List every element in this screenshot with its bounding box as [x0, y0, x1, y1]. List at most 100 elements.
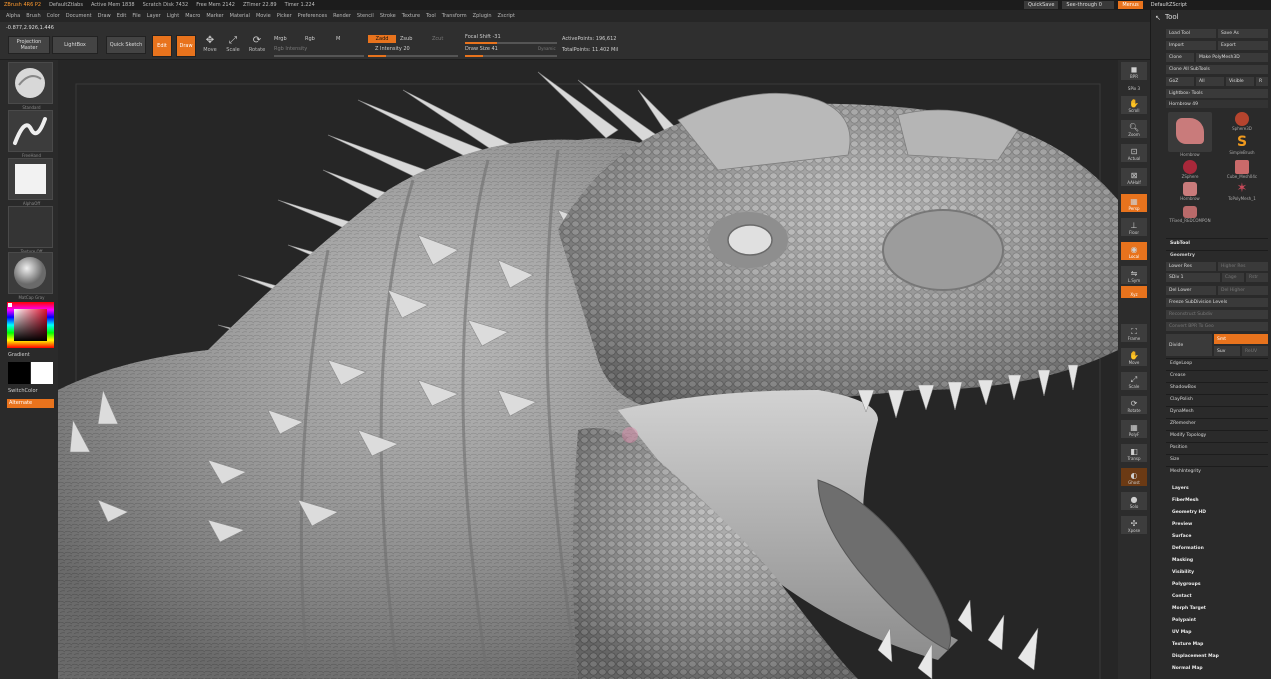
position-section[interactable]: Position — [1166, 442, 1268, 452]
polyf-button[interactable]: ▦ PolyF — [1121, 420, 1147, 438]
load-tool-button[interactable]: Load Tool — [1166, 29, 1216, 38]
polypaint-section[interactable]: Polypaint — [1168, 615, 1270, 625]
lightbox-button[interactable]: LightBox — [52, 36, 98, 54]
divide-button[interactable]: Divide — [1166, 334, 1212, 356]
size-section[interactable]: Size — [1166, 454, 1268, 464]
crease-section[interactable]: Crease — [1166, 370, 1268, 380]
see-through-slider[interactable]: See-through 0 — [1062, 1, 1115, 9]
draw-button[interactable]: Draw — [176, 35, 196, 57]
z-intensity-track[interactable] — [368, 55, 458, 57]
del-lower-button[interactable]: Del Lower — [1166, 286, 1216, 295]
suv-toggle[interactable]: Suv — [1214, 346, 1240, 356]
focal-shift-slider[interactable]: Focal Shift -31 — [465, 34, 501, 40]
deformation-section[interactable]: Deformation — [1168, 543, 1270, 553]
geometry-hd-section[interactable]: Geometry HD — [1168, 507, 1270, 517]
tool-thumb-sphere3d[interactable]: Sphere3D — [1218, 112, 1266, 131]
texture-thumb[interactable]: Texture Off — [8, 206, 53, 254]
texture-map-section[interactable]: Texture Map — [1168, 639, 1270, 649]
tool-thumb-cube-mesh[interactable]: Cube_Mesh04c — [1218, 160, 1266, 179]
spix-slider[interactable]: SPix 3 — [1121, 82, 1147, 92]
frame-button[interactable]: ⛶ Frame — [1121, 324, 1147, 342]
dynamic-toggle[interactable]: Dynamic — [538, 46, 556, 51]
menu-zscript[interactable]: Zscript — [498, 13, 515, 19]
reuv-toggle[interactable]: ReUV — [1242, 346, 1268, 356]
uv-map-section[interactable]: UV Map — [1168, 627, 1270, 637]
dynamesh-section[interactable]: DynaMesh — [1166, 406, 1268, 416]
quicksave-button[interactable]: QuickSave — [1024, 1, 1059, 9]
masking-section[interactable]: Masking — [1168, 555, 1270, 565]
cage-button[interactable]: Cage — [1222, 273, 1244, 282]
aahalf-button[interactable]: ⊠ AAHalf — [1121, 168, 1147, 186]
edgeloop-section[interactable]: EdgeLoop — [1166, 358, 1268, 368]
menu-tool[interactable]: Tool — [426, 13, 436, 19]
menu-layer[interactable]: Layer — [147, 13, 161, 19]
preview-section[interactable]: Preview — [1168, 519, 1270, 529]
move-view-button[interactable]: ✋ Move — [1121, 348, 1147, 366]
layers-section[interactable]: Layers — [1168, 483, 1270, 493]
import-button[interactable]: Import — [1166, 41, 1216, 50]
menu-brush[interactable]: Brush — [26, 13, 40, 19]
smt-toggle[interactable]: Smt — [1214, 334, 1268, 344]
alternate-button[interactable]: Alternate — [7, 399, 54, 408]
del-higher-button[interactable]: Del Higher — [1218, 286, 1268, 295]
m-toggle[interactable]: M — [336, 36, 340, 42]
morph-target-section[interactable]: Morph Target — [1168, 603, 1270, 613]
save-as-button[interactable]: Save As — [1218, 29, 1268, 38]
quick-sketch-button[interactable]: Quick Sketch — [106, 36, 146, 54]
surface-section[interactable]: Surface — [1168, 531, 1270, 541]
menu-texture[interactable]: Texture — [402, 13, 420, 19]
goz-all-button[interactable]: All — [1196, 77, 1224, 86]
secondary-color-swatch[interactable] — [8, 362, 30, 384]
rgb-intensity-slider[interactable]: Rgb Intensity — [274, 46, 307, 52]
tool-thumb-hornbrow-2[interactable]: Hornbrow — [1166, 182, 1214, 201]
clone-button[interactable]: Clone — [1166, 53, 1194, 62]
ghost-button[interactable]: ◐ Ghost — [1121, 468, 1147, 486]
goz-visible-button[interactable]: Visible — [1226, 77, 1254, 86]
export-button[interactable]: Export — [1218, 41, 1268, 50]
menu-macro[interactable]: Macro — [185, 13, 200, 19]
rotate-view-button[interactable]: ⟳ Rotate — [1121, 396, 1147, 414]
zadd-button[interactable]: Zadd — [368, 35, 396, 43]
zsub-button[interactable]: Zsub — [400, 36, 412, 42]
zremesher-section[interactable]: ZRemesher — [1166, 418, 1268, 428]
goz-r-button[interactable]: R — [1256, 77, 1268, 86]
xyz-button[interactable]: Xyz — [1121, 286, 1147, 298]
tool-thumb-hornbrow[interactable]: Hornbrow — [1166, 112, 1214, 157]
convert-bpr-button[interactable]: Convert BPR To Geo — [1166, 322, 1268, 331]
menu-picker[interactable]: Picker — [277, 13, 292, 19]
claypolish-section[interactable]: ClayPolish — [1166, 394, 1268, 404]
menu-material[interactable]: Material — [230, 13, 250, 19]
menu-stencil[interactable]: Stencil — [357, 13, 374, 19]
z-intensity-slider[interactable]: Z Intensity 20 — [375, 46, 410, 52]
tool-thumb-topolymesh[interactable]: ✶ ToPolyMesh_1 — [1218, 182, 1266, 202]
move-mode-button[interactable]: ✥ Move — [200, 35, 220, 57]
menu-document[interactable]: Document — [66, 13, 92, 19]
tool-thumb-simplebrush[interactable]: S SimpleBrush — [1218, 134, 1266, 155]
transp-button[interactable]: ◧ Transp — [1121, 444, 1147, 462]
lightbox-tools-button[interactable]: Lightbox› Tools — [1166, 89, 1268, 98]
make-polymesh-button[interactable]: Make PolyMesh3D — [1196, 53, 1268, 62]
rgb-toggle[interactable]: Rgb — [305, 36, 315, 42]
shadowbox-section[interactable]: ShadowBox — [1166, 382, 1268, 392]
reconstruct-subdiv-button[interactable]: Reconstruct Subdiv — [1166, 310, 1268, 319]
bpr-button[interactable]: ◼ BPR — [1121, 62, 1147, 80]
lsym-button[interactable]: ⇋ L.Sym — [1121, 266, 1147, 284]
tool-thumb-zsphere[interactable]: ZSphere — [1166, 160, 1214, 179]
stroke-thumb[interactable]: FreeHand — [8, 110, 53, 158]
contact-section[interactable]: Contact — [1168, 591, 1270, 601]
menu-marker[interactable]: Marker — [206, 13, 223, 19]
menu-movie[interactable]: Movie — [256, 13, 271, 19]
fibermesh-section[interactable]: FiberMesh — [1168, 495, 1270, 505]
default-zscript-button[interactable]: DefaultZScript — [1147, 1, 1191, 9]
zoom-button[interactable]: 🔍︎ Zoom — [1121, 120, 1147, 138]
meshintegrity-section[interactable]: MeshIntegrity — [1166, 466, 1268, 476]
draw-size-slider[interactable]: Draw Size 41 — [465, 46, 498, 52]
subtool-section[interactable]: SubTool — [1166, 238, 1268, 248]
goz-button[interactable]: GoZ — [1166, 77, 1194, 86]
alpha-thumb[interactable]: AlphaOff — [8, 158, 53, 206]
scroll-button[interactable]: ✋ Scroll — [1121, 96, 1147, 114]
scale-mode-button[interactable]: ⤢ Scale — [223, 35, 243, 57]
gradient-toggle[interactable]: Gradient — [8, 352, 30, 358]
rotate-mode-button[interactable]: ⟳ Rotate — [247, 35, 267, 57]
menu-light[interactable]: Light — [167, 13, 179, 19]
